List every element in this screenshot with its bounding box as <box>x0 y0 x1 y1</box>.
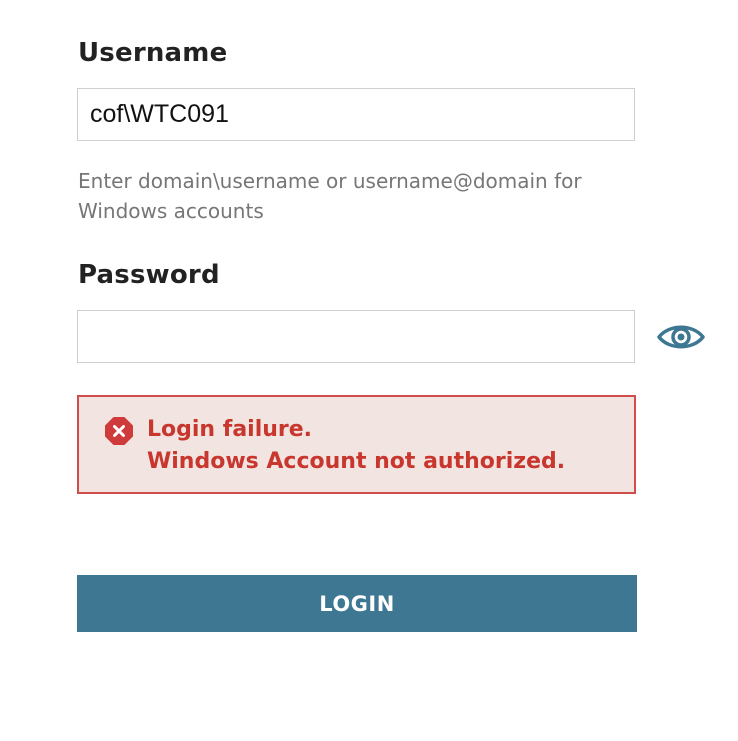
password-input[interactable] <box>77 310 635 363</box>
error-x-icon <box>105 417 133 445</box>
alert-message: Login failure. Windows Account not autho… <box>147 414 565 478</box>
login-button[interactable]: LOGIN <box>77 575 637 632</box>
alert-title: Login failure. <box>147 417 313 442</box>
username-label: Username <box>78 38 228 68</box>
username-hint: Enter domain\username or username@domain… <box>78 169 582 223</box>
alert-detail: Windows Account not authorized. <box>147 449 566 474</box>
username-input[interactable] <box>77 88 635 141</box>
login-error-alert: Login failure. Windows Account not autho… <box>77 395 636 494</box>
eye-icon[interactable] <box>657 322 705 352</box>
password-label: Password <box>78 260 220 290</box>
